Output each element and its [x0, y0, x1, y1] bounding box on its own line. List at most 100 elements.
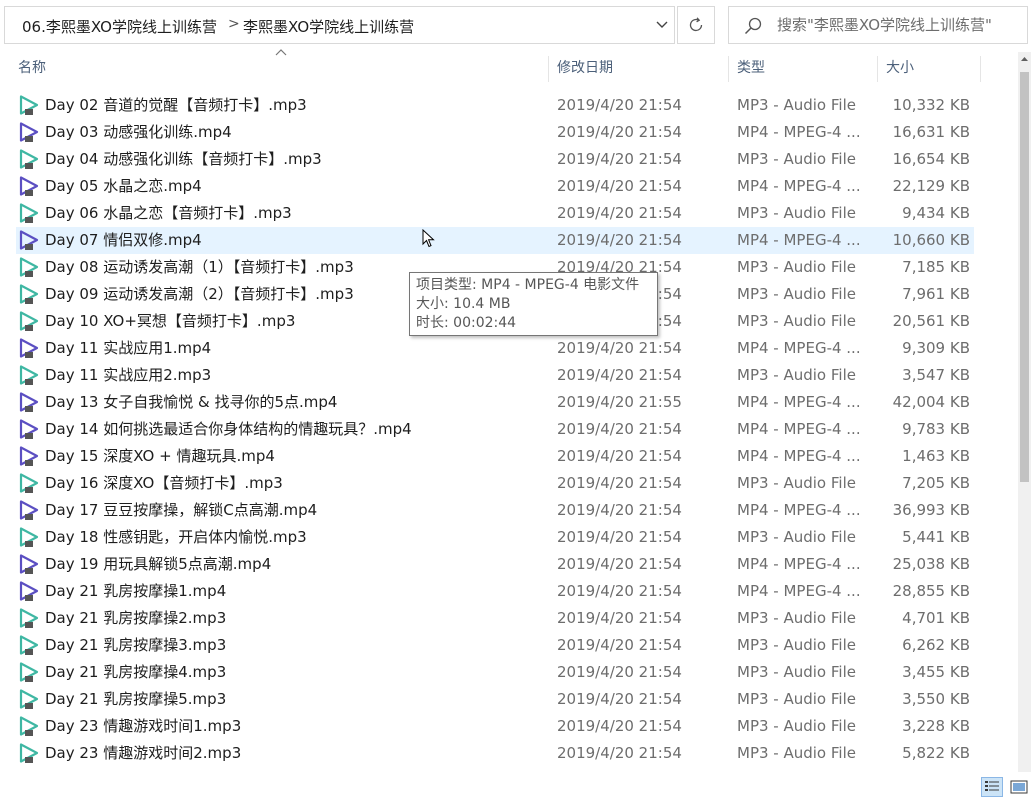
file-date: 2019/4/20 21:54 [557, 150, 682, 168]
file-name: Day 16 深度XO【音频打卡】.mp3 [45, 474, 283, 492]
media-file-icon [19, 446, 39, 466]
file-type: MP3 - Audio File [737, 528, 856, 546]
file-date: 2019/4/20 21:54 [557, 366, 682, 384]
file-name: Day 04 动感强化训练【音频打卡】.mp3 [45, 150, 322, 168]
file-row[interactable]: Day 04 动感强化训练【音频打卡】.mp3 2019/4/20 21:54 MP… [0, 146, 1018, 173]
file-type: MP4 - MPEG-4 ... [737, 123, 861, 141]
file-row[interactable]: Day 13 女子自我愉悦 & 找寻你的5点.mp4 2019/4/20 21:5… [0, 389, 1018, 416]
file-type: MP3 - Audio File [737, 312, 856, 330]
file-row[interactable]: Day 07 情侣双修.mp4 2019/4/20 21:54 MP4 - MPEG… [0, 227, 1018, 254]
file-type: MP3 - Audio File [737, 744, 856, 762]
large-icons-view-button[interactable] [1008, 777, 1030, 797]
file-row[interactable]: Day 16 深度XO【音频打卡】.mp3 2019/4/20 21:54 MP3 … [0, 470, 1018, 497]
file-name: Day 13 女子自我愉悦 & 找寻你的5点.mp4 [45, 393, 338, 411]
search-input[interactable] [777, 15, 1022, 35]
file-name: Day 21 乳房按摩操2.mp3 [45, 609, 227, 627]
search-box[interactable] [728, 6, 1028, 44]
file-size: 3,455 KB [902, 663, 970, 681]
file-info-tooltip: 项目类型: MP4 - MPEG-4 电影文件 大小: 10.4 MB 时长: … [409, 272, 658, 336]
column-header-name[interactable]: 名称 [12, 52, 548, 86]
file-size: 7,961 KB [902, 285, 970, 303]
refresh-button[interactable] [677, 6, 715, 44]
file-row[interactable]: Day 21 乳房按摩操4.mp3 2019/4/20 21:54 MP3 - Au… [0, 659, 1018, 686]
file-type: MP4 - MPEG-4 ... [737, 447, 861, 465]
file-name: Day 21 乳房按摩操1.mp4 [45, 582, 227, 600]
file-size: 9,783 KB [902, 420, 970, 438]
file-type: MP3 - Audio File [737, 204, 856, 222]
media-file-icon [19, 284, 39, 304]
file-row[interactable]: Day 17 豆豆按摩操，解锁C点高潮.mp4 2019/4/20 21:54 MP… [0, 497, 1018, 524]
search-icon [744, 17, 762, 35]
file-row[interactable]: Day 23 情趣游戏时间1.mp3 2019/4/20 21:54 MP3 - A… [0, 713, 1018, 740]
file-size: 9,434 KB [902, 204, 970, 222]
breadcrumb-parent-folder[interactable]: 06.李熙墨XO学院线上训练营 [22, 16, 217, 37]
file-size: 9,309 KB [902, 339, 970, 357]
column-divider[interactable] [728, 56, 729, 82]
file-name: Day 07 情侣双修.mp4 [45, 231, 202, 249]
file-row[interactable]: Day 05 水晶之恋.mp4 2019/4/20 21:54 MP4 - MPEG… [0, 173, 1018, 200]
file-size: 4,701 KB [902, 609, 970, 627]
file-date: 2019/4/20 21:54 [557, 690, 682, 708]
file-row[interactable]: Day 23 情趣游戏时间2.mp3 2019/4/20 21:54 MP3 - A… [0, 740, 1018, 767]
file-row[interactable]: Day 11 实战应用1.mp4 2019/4/20 21:54 MP4 - MPE… [0, 335, 1018, 362]
column-header-type[interactable]: 类型 [731, 52, 877, 86]
details-view-icon [985, 781, 999, 791]
file-row[interactable]: Day 21 乳房按摩操2.mp3 2019/4/20 21:54 MP3 - Au… [0, 605, 1018, 632]
file-size: 3,228 KB [902, 717, 970, 735]
file-type: MP3 - Audio File [737, 150, 856, 168]
file-size: 6,262 KB [902, 636, 970, 654]
file-type: MP3 - Audio File [737, 96, 856, 114]
file-size: 5,441 KB [902, 528, 970, 546]
file-row[interactable]: Day 11 实战应用2.mp3 2019/4/20 21:54 MP3 - Aud… [0, 362, 1018, 389]
file-type: MP4 - MPEG-4 ... [737, 501, 861, 519]
chevron-down-icon[interactable] [648, 13, 676, 37]
file-date: 2019/4/20 21:54 [557, 339, 682, 357]
file-row[interactable]: Day 21 乳房按摩操3.mp3 2019/4/20 21:54 MP3 - Au… [0, 632, 1018, 659]
file-date: 2019/4/20 21:54 [557, 582, 682, 600]
file-type: MP3 - Audio File [737, 285, 856, 303]
column-divider[interactable] [980, 56, 981, 82]
file-row[interactable]: Day 14 如何挑选最适合你身体结构的情趣玩具？.mp4 2019/4/20 2… [0, 416, 1018, 443]
file-type: MP4 - MPEG-4 ... [737, 177, 861, 195]
details-view-button[interactable] [981, 777, 1003, 797]
file-row[interactable]: Day 21 乳房按摩操1.mp4 2019/4/20 21:54 MP4 - MP… [0, 578, 1018, 605]
file-type: MP4 - MPEG-4 ... [737, 582, 861, 600]
scroll-up-arrow-icon[interactable] [1018, 52, 1031, 66]
file-size: 25,038 KB [892, 555, 970, 573]
refresh-icon [689, 17, 703, 32]
media-file-icon [19, 662, 39, 682]
file-row[interactable]: Day 02 音道的觉醒【音频打卡】.mp3 2019/4/20 21:54 MP3… [0, 92, 1018, 119]
address-bar[interactable]: 06.李熙墨XO学院线上训练营 > 李熙墨XO学院线上训练营 [4, 6, 675, 44]
column-divider[interactable] [548, 56, 549, 82]
file-type: MP3 - Audio File [737, 474, 856, 492]
column-header-date[interactable]: 修改日期 [551, 52, 728, 86]
tooltip-type: 项目类型: MP4 - MPEG-4 电影文件 [416, 277, 640, 293]
file-name: Day 02 音道的觉醒【音频打卡】.mp3 [45, 96, 307, 114]
file-name: Day 23 情趣游戏时间2.mp3 [45, 744, 242, 762]
media-file-icon [19, 365, 39, 385]
file-date: 2019/4/20 21:54 [557, 420, 682, 438]
column-divider[interactable] [877, 56, 878, 82]
breadcrumb-separator-icon[interactable]: > [228, 16, 240, 32]
file-row[interactable]: Day 03 动感强化训练.mp4 2019/4/20 21:54 MP4 - MP… [0, 119, 1018, 146]
file-size: 5,822 KB [902, 744, 970, 762]
file-row[interactable]: Day 21 乳房按摩操5.mp3 2019/4/20 21:54 MP3 - Au… [0, 686, 1018, 713]
file-size: 42,004 KB [892, 393, 970, 411]
file-size: 3,550 KB [902, 690, 970, 708]
large-icons-view-icon [1010, 780, 1028, 794]
file-name: Day 23 情趣游戏时间1.mp3 [45, 717, 242, 735]
media-file-icon [19, 581, 39, 601]
vertical-scrollbar[interactable] [1018, 52, 1031, 772]
file-row[interactable]: Day 18 性感钥匙，开启体内愉悦.mp3 2019/4/20 21:54 MP3… [0, 524, 1018, 551]
scrollbar-thumb[interactable] [1020, 72, 1029, 482]
column-header-size[interactable]: 大小 [880, 52, 980, 86]
file-row[interactable]: Day 19 用玩具解锁5点高潮.mp4 2019/4/20 21:54 MP4 -… [0, 551, 1018, 578]
file-row[interactable]: Day 06 水晶之恋【音频打卡】.mp3 2019/4/20 21:54 MP3 … [0, 200, 1018, 227]
column-header-row: 名称 修改日期 类型 大小 [0, 52, 1018, 86]
file-name: Day 21 乳房按摩操5.mp3 [45, 690, 227, 708]
file-date: 2019/4/20 21:54 [557, 717, 682, 735]
breadcrumb-current-folder[interactable]: 李熙墨XO学院线上训练营 [243, 16, 414, 37]
media-file-icon [19, 527, 39, 547]
file-row[interactable]: Day 15 深度XO + 情趣玩具.mp4 2019/4/20 21:54 MP4… [0, 443, 1018, 470]
file-date: 2019/4/20 21:55 [557, 393, 682, 411]
